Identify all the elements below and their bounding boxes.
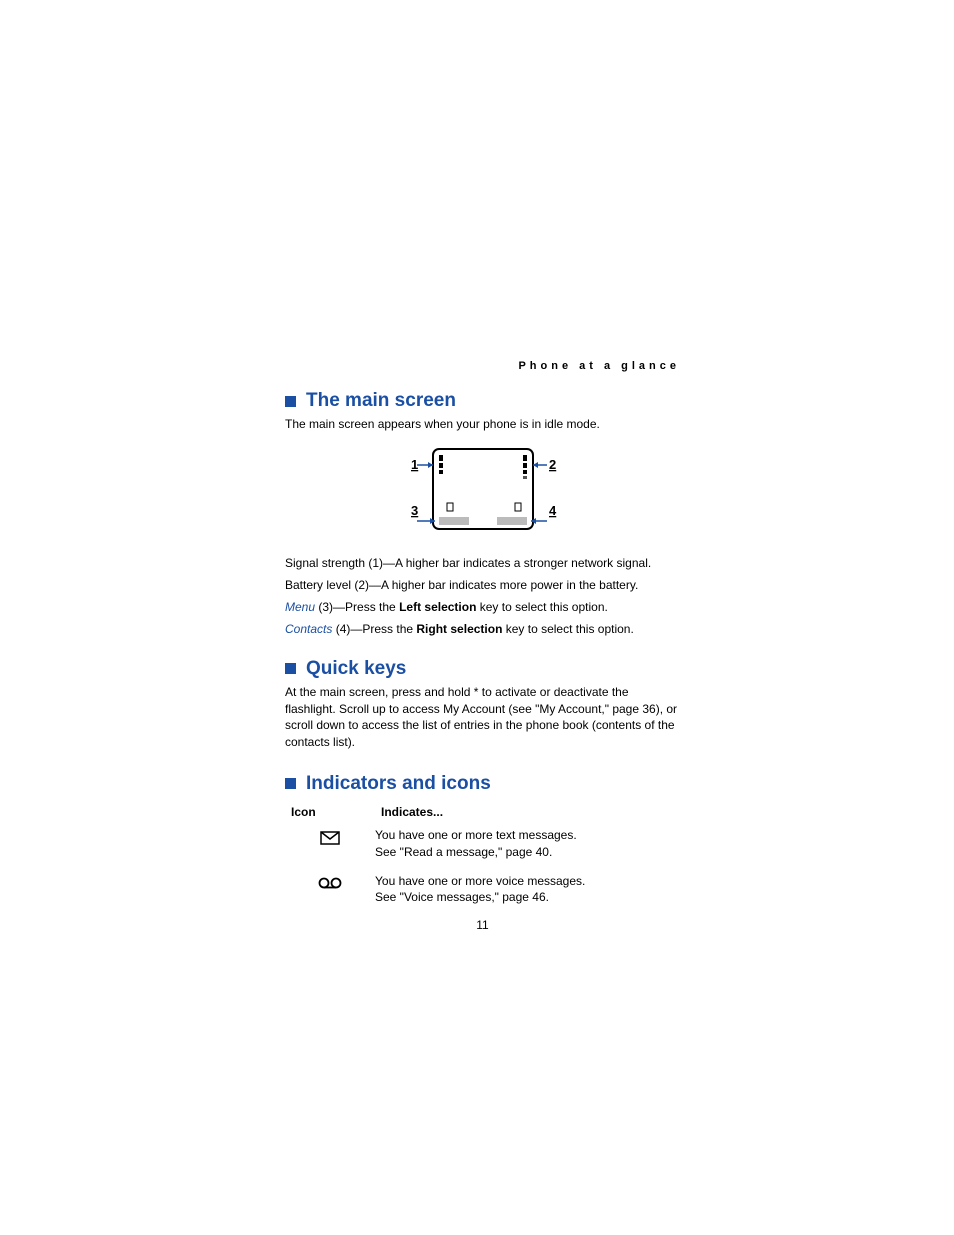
- running-header: Phone at a glance: [285, 360, 680, 372]
- square-bullet-icon: [285, 396, 296, 407]
- desc-menu: Menu (3)—Press the Left selection key to…: [285, 600, 680, 614]
- heading-text: The main screen: [306, 390, 456, 412]
- voicemail-icon: [285, 873, 375, 889]
- square-bullet-icon: [285, 778, 296, 789]
- callout-2: 2: [549, 457, 556, 472]
- callout-3: 3: [411, 503, 418, 518]
- heading-text: Quick keys: [306, 658, 406, 680]
- menu-link: Menu: [285, 600, 315, 614]
- desc-signal: Signal strength (1)—A higher bar indicat…: [285, 556, 680, 570]
- table-row: You have one or more voice messages. See…: [285, 873, 680, 907]
- indicator-table: Icon Indicates... You have one or more t…: [285, 805, 680, 906]
- envelope-icon: [285, 827, 375, 845]
- document-page: Phone at a glance The main screen The ma…: [285, 360, 680, 932]
- table-row: You have one or more text messages. See …: [285, 827, 680, 861]
- quick-keys-text: At the main screen, press and hold * to …: [285, 684, 680, 751]
- section-heading-main-screen: The main screen: [285, 390, 680, 412]
- section-heading-indicators: Indicators and icons: [285, 773, 680, 795]
- phone-screen-figure: 1 2 3 4: [285, 443, 680, 540]
- section-heading-quick-keys: Quick keys: [285, 658, 680, 680]
- table-header: Icon Indicates...: [285, 805, 680, 819]
- heading-text: Indicators and icons: [306, 773, 491, 795]
- indicator-text: You have one or more text messages. See …: [375, 827, 680, 861]
- page-number: 11: [285, 918, 680, 932]
- desc-battery: Battery level (2)—A higher bar indicates…: [285, 578, 680, 592]
- callout-4: 4: [549, 503, 557, 518]
- col-icon-header: Icon: [285, 805, 381, 819]
- intro-text: The main screen appears when your phone …: [285, 416, 680, 433]
- square-bullet-icon: [285, 663, 296, 674]
- col-indicates-header: Indicates...: [381, 805, 680, 819]
- desc-contacts: Contacts (4)—Press the Right selection k…: [285, 622, 680, 636]
- indicator-text: You have one or more voice messages. See…: [375, 873, 680, 907]
- contacts-link: Contacts: [285, 622, 332, 636]
